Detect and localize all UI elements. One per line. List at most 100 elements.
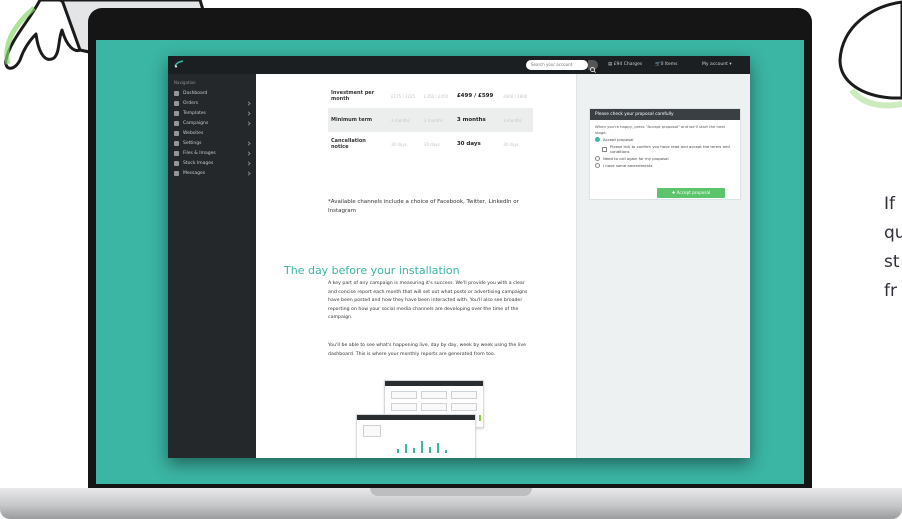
logo-icon[interactable] bbox=[174, 60, 184, 68]
table-row: Investment per month £175 / £225 £350 / … bbox=[328, 84, 533, 108]
thumbnail-cell bbox=[421, 391, 447, 399]
table-cell: £600 / £800 bbox=[503, 93, 528, 99]
dashboard-thumbnail bbox=[356, 414, 476, 458]
option-accept[interactable]: Accept proposal bbox=[590, 136, 740, 143]
table-cell-highlight: £499 / £599 bbox=[456, 93, 494, 99]
sidebar-item-websites[interactable]: Websites bbox=[168, 128, 256, 138]
gear-icon bbox=[174, 140, 179, 146]
form-intro: When you're happy, press "Accept proposa… bbox=[595, 124, 725, 135]
proposal-form: Please check your proposal carefully Whe… bbox=[589, 108, 741, 200]
chevron-icon bbox=[246, 150, 251, 156]
image-icon bbox=[174, 150, 179, 156]
sidebar-item-campaigns[interactable]: Campaigns bbox=[168, 118, 256, 128]
thumbnail-cell bbox=[391, 403, 417, 411]
table-cell: 30 days bbox=[503, 141, 519, 147]
thumbnail-bar bbox=[413, 448, 415, 453]
message-icon bbox=[174, 170, 179, 176]
thumbnail-cell bbox=[391, 391, 417, 399]
basket-label: 0 Items bbox=[660, 62, 678, 67]
side-text-line: fr bbox=[884, 281, 897, 301]
charges-label: £94 Charges bbox=[613, 62, 643, 67]
sidebar-item-settings[interactable]: Settings bbox=[168, 138, 256, 148]
thumbnail-bar bbox=[405, 444, 407, 453]
dashboard-preview-image bbox=[356, 380, 496, 458]
thumbnail-bar bbox=[421, 441, 423, 453]
side-text: If qu st fr bbox=[884, 190, 902, 306]
thumbnail-bar bbox=[479, 415, 481, 421]
sidebar-item-stock-images[interactable]: Stock Images bbox=[168, 158, 256, 168]
sidebar-item-files-images[interactable]: Files & Images bbox=[168, 148, 256, 158]
thumbnail-bar bbox=[437, 443, 439, 453]
sidebar: Navigation Dashboard Orders Templates Ca… bbox=[168, 74, 256, 458]
side-text-line: If bbox=[884, 194, 895, 214]
table-cell-highlight: 3 months bbox=[453, 108, 501, 132]
radio[interactable] bbox=[595, 163, 600, 168]
side-text-line: qu bbox=[884, 223, 902, 243]
sidebar-item-orders[interactable]: Orders bbox=[168, 98, 256, 108]
thumbnail-bar bbox=[397, 449, 399, 453]
accept-proposal-button[interactable]: ✚ Accept proposal bbox=[657, 188, 725, 198]
doodle-bubble-icon bbox=[838, 0, 902, 109]
thumbnail-cell bbox=[421, 403, 447, 411]
table-cell: £175 / £225 bbox=[391, 93, 416, 99]
search-button[interactable] bbox=[588, 60, 598, 73]
sidebar-item-label: Websites bbox=[183, 130, 204, 136]
section-title: The day before your installation bbox=[284, 264, 460, 277]
sidebar-item-label: Campaigns bbox=[183, 120, 209, 126]
radio[interactable] bbox=[595, 156, 600, 161]
table-row: Cancellation notice 30 days 30 days 30 d… bbox=[328, 132, 533, 156]
sidebar-heading: Navigation bbox=[174, 80, 196, 85]
thumbnail-cell bbox=[451, 391, 477, 399]
sidebar-item-label: Orders bbox=[183, 100, 199, 106]
account-menu[interactable]: My account ▾ bbox=[702, 61, 732, 69]
thumbnail-bar bbox=[445, 450, 447, 453]
option-call-again[interactable]: Need to call again for my proposal bbox=[590, 155, 740, 162]
sidebar-item-label: Messages bbox=[183, 170, 206, 176]
top-navigation-bar: Search your account ▤ £94 Charges 🛒0 Ite… bbox=[168, 56, 750, 74]
option-terms[interactable]: Please tick to confirm you have read and… bbox=[590, 143, 740, 155]
sidebar-item-label: Files & Images bbox=[183, 150, 216, 156]
checkbox[interactable] bbox=[602, 146, 607, 152]
orders-icon bbox=[174, 100, 179, 106]
marketing-illustration: If qu st fr Search your account ▤ £94 Ch… bbox=[0, 0, 902, 519]
option-label: Need to call again for my proposal bbox=[603, 156, 669, 161]
option-label: Please tick to confirm you have read and… bbox=[610, 144, 730, 154]
photo-icon bbox=[174, 160, 179, 166]
sidebar-item-templates[interactable]: Templates bbox=[168, 108, 256, 118]
laptop-notch bbox=[370, 488, 532, 496]
sidebar-item-label: Settings bbox=[183, 140, 202, 146]
row-label: Investment per month bbox=[331, 90, 375, 102]
chevron-down-icon: ▾ bbox=[727, 62, 732, 67]
table-cell: 3 months bbox=[420, 108, 454, 132]
table-cell: 3 months bbox=[500, 108, 533, 132]
table-cell: 30 days bbox=[391, 141, 407, 147]
side-text-line: st bbox=[884, 252, 900, 272]
charges-link[interactable]: ▤ £94 Charges bbox=[608, 61, 642, 69]
channels-note: *Available channels include a choice of … bbox=[328, 199, 519, 214]
option-amendments[interactable]: I have some amendments bbox=[590, 162, 740, 169]
section-paragraph: You'll be able to see what's happening l… bbox=[328, 343, 527, 357]
sidebar-item-label: Dashboard bbox=[183, 90, 208, 96]
campaigns-icon bbox=[174, 120, 179, 126]
thumbnail-cell bbox=[363, 425, 381, 437]
sidebar-item-label: Stock Images bbox=[183, 160, 214, 166]
chevron-icon bbox=[246, 170, 251, 176]
table-cell-highlight: 30 days bbox=[456, 141, 481, 147]
templates-icon bbox=[174, 110, 179, 116]
account-label: My account bbox=[702, 62, 728, 67]
basket-link[interactable]: 🛒0 Items bbox=[655, 61, 678, 69]
option-label: I have some amendments bbox=[603, 163, 653, 168]
search-input[interactable]: Search your account bbox=[526, 60, 588, 70]
main-content: Investment per month £175 / £225 £350 / … bbox=[256, 74, 576, 458]
dashboard-icon bbox=[174, 90, 179, 96]
proposal-panel: Please check your proposal carefully Whe… bbox=[576, 74, 750, 458]
chevron-icon bbox=[246, 140, 251, 146]
sidebar-item-dashboard[interactable]: Dashboard bbox=[168, 88, 256, 98]
radio-selected[interactable] bbox=[595, 137, 600, 142]
thumbnail-bar bbox=[429, 447, 431, 453]
option-label: Accept proposal bbox=[603, 137, 634, 142]
app-window: Search your account ▤ £94 Charges 🛒0 Ite… bbox=[168, 56, 750, 458]
chevron-icon bbox=[246, 100, 251, 106]
sidebar-item-messages[interactable]: Messages bbox=[168, 168, 256, 178]
form-heading: Please check your proposal carefully bbox=[590, 109, 740, 120]
